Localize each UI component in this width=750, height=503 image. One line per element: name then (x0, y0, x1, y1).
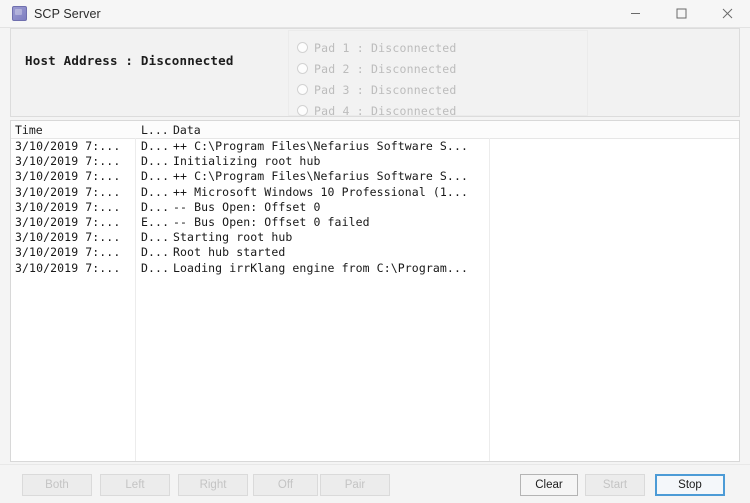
cell-level: D... (141, 154, 170, 169)
cell-data: Loading irrKlang engine from C:\Program.… (173, 260, 468, 275)
pad-label-3: Pad 3 : Disconnected (314, 82, 457, 97)
cell-level: D... (141, 245, 170, 260)
cell-level: D... (141, 199, 170, 214)
pad-status-group: Pad 1 : Disconnected Pad 2 : Disconnecte… (288, 30, 588, 118)
cell-time: 3/10/2019 7:... (15, 139, 121, 153)
cell-data: -- Bus Open: Offset 0 (173, 199, 321, 214)
column-header-time[interactable]: Time (15, 123, 43, 137)
cell-time: 3/10/2019 7:... (15, 184, 121, 199)
window-controls (612, 0, 750, 27)
pad-row-2[interactable]: Pad 2 : Disconnected (297, 58, 456, 79)
pair-button[interactable]: Pair (320, 474, 390, 496)
cell-time: 3/10/2019 7:... (15, 169, 121, 184)
table-row[interactable]: 3/10/2019 7:... D... ++ C:\Program Files… (11, 139, 739, 154)
scp-server-window: SCP Server Host Address : Disconnected P… (0, 0, 750, 503)
status-panel: Host Address : Disconnected Pad 1 : Disc… (10, 28, 740, 118)
cell-level: E... (141, 214, 170, 229)
pad-label-1: Pad 1 : Disconnected (314, 40, 457, 55)
column-header-data[interactable]: Data (173, 123, 201, 137)
app-icon (12, 6, 27, 21)
window-title: SCP Server (34, 6, 101, 21)
cell-level: D... (141, 230, 170, 245)
cell-level: D... (141, 184, 170, 199)
cell-level: D... (141, 169, 170, 184)
cell-data: Starting root hub (173, 230, 293, 245)
cell-data: -- Bus Open: Offset 0 failed (173, 214, 370, 229)
title-bar: SCP Server (0, 0, 750, 28)
cell-data: Initializing root hub (173, 154, 321, 169)
table-row[interactable]: 3/10/2019 7:... D... Initializing root h… (11, 154, 739, 169)
column-header-level[interactable]: L... (141, 123, 169, 137)
pad-radio-icon-2[interactable] (297, 63, 308, 74)
cell-time: 3/10/2019 7:... (15, 230, 121, 245)
cell-data: Root hub started (173, 245, 286, 260)
table-row[interactable]: 3/10/2019 7:... E... -- Bus Open: Offset… (11, 215, 739, 230)
table-row[interactable]: 3/10/2019 7:... D... Root hub started (11, 245, 739, 260)
cell-data: ++ Microsoft Windows 10 Professional (1.… (173, 184, 468, 199)
right-button[interactable]: Right (178, 474, 248, 496)
minimize-icon[interactable] (612, 0, 658, 27)
close-icon[interactable] (704, 0, 750, 27)
pad-row-1[interactable]: Pad 1 : Disconnected (297, 37, 456, 58)
log-column-header: Time L... Data (11, 121, 739, 139)
cell-data: ++ C:\Program Files\Nefarius Software S.… (173, 169, 468, 184)
cell-level: D... (141, 260, 170, 275)
cell-time: 3/10/2019 7:... (15, 245, 121, 260)
pad-label-2: Pad 2 : Disconnected (314, 61, 457, 76)
cell-time: 3/10/2019 7:... (15, 199, 121, 214)
off-button[interactable]: Off (253, 474, 318, 496)
clear-button[interactable]: Clear (520, 474, 578, 496)
cell-level: D... (141, 139, 170, 153)
table-row[interactable]: 3/10/2019 7:... D... Starting root hub (11, 230, 739, 245)
table-row[interactable]: 3/10/2019 7:... D... ++ C:\Program Files… (11, 169, 739, 184)
cell-time: 3/10/2019 7:... (15, 260, 121, 275)
button-bar: Both Left Right Off Pair Clear Start Sto… (0, 464, 750, 503)
table-row[interactable]: 3/10/2019 7:... D... Loading irrKlang en… (11, 261, 739, 276)
cell-data: ++ C:\Program Files\Nefarius Software S.… (173, 139, 468, 153)
pad-row-4[interactable]: Pad 4 : Disconnected (297, 100, 456, 121)
pad-row-3[interactable]: Pad 3 : Disconnected (297, 79, 456, 100)
left-button[interactable]: Left (100, 474, 170, 496)
table-row[interactable]: 3/10/2019 7:... D... ++ Microsoft Window… (11, 185, 739, 200)
pad-radio-icon-3[interactable] (297, 84, 308, 95)
table-row[interactable]: 3/10/2019 7:... D... -- Bus Open: Offset… (11, 200, 739, 215)
stop-button[interactable]: Stop (655, 474, 725, 496)
cell-time: 3/10/2019 7:... (15, 154, 121, 169)
cell-time: 3/10/2019 7:... (15, 214, 121, 229)
pad-radio-icon-4[interactable] (297, 105, 308, 116)
log-rows: 3/10/2019 7:... D... ++ C:\Program Files… (11, 139, 739, 276)
host-address-label: Host Address : Disconnected (25, 53, 234, 68)
start-button[interactable]: Start (585, 474, 645, 496)
pad-radio-icon-1[interactable] (297, 42, 308, 53)
both-button[interactable]: Both (22, 474, 92, 496)
log-list[interactable]: Time L... Data 3/10/2019 7:... D... ++ C… (10, 120, 740, 462)
pad-label-4: Pad 4 : Disconnected (314, 103, 457, 118)
maximize-icon[interactable] (658, 0, 704, 27)
